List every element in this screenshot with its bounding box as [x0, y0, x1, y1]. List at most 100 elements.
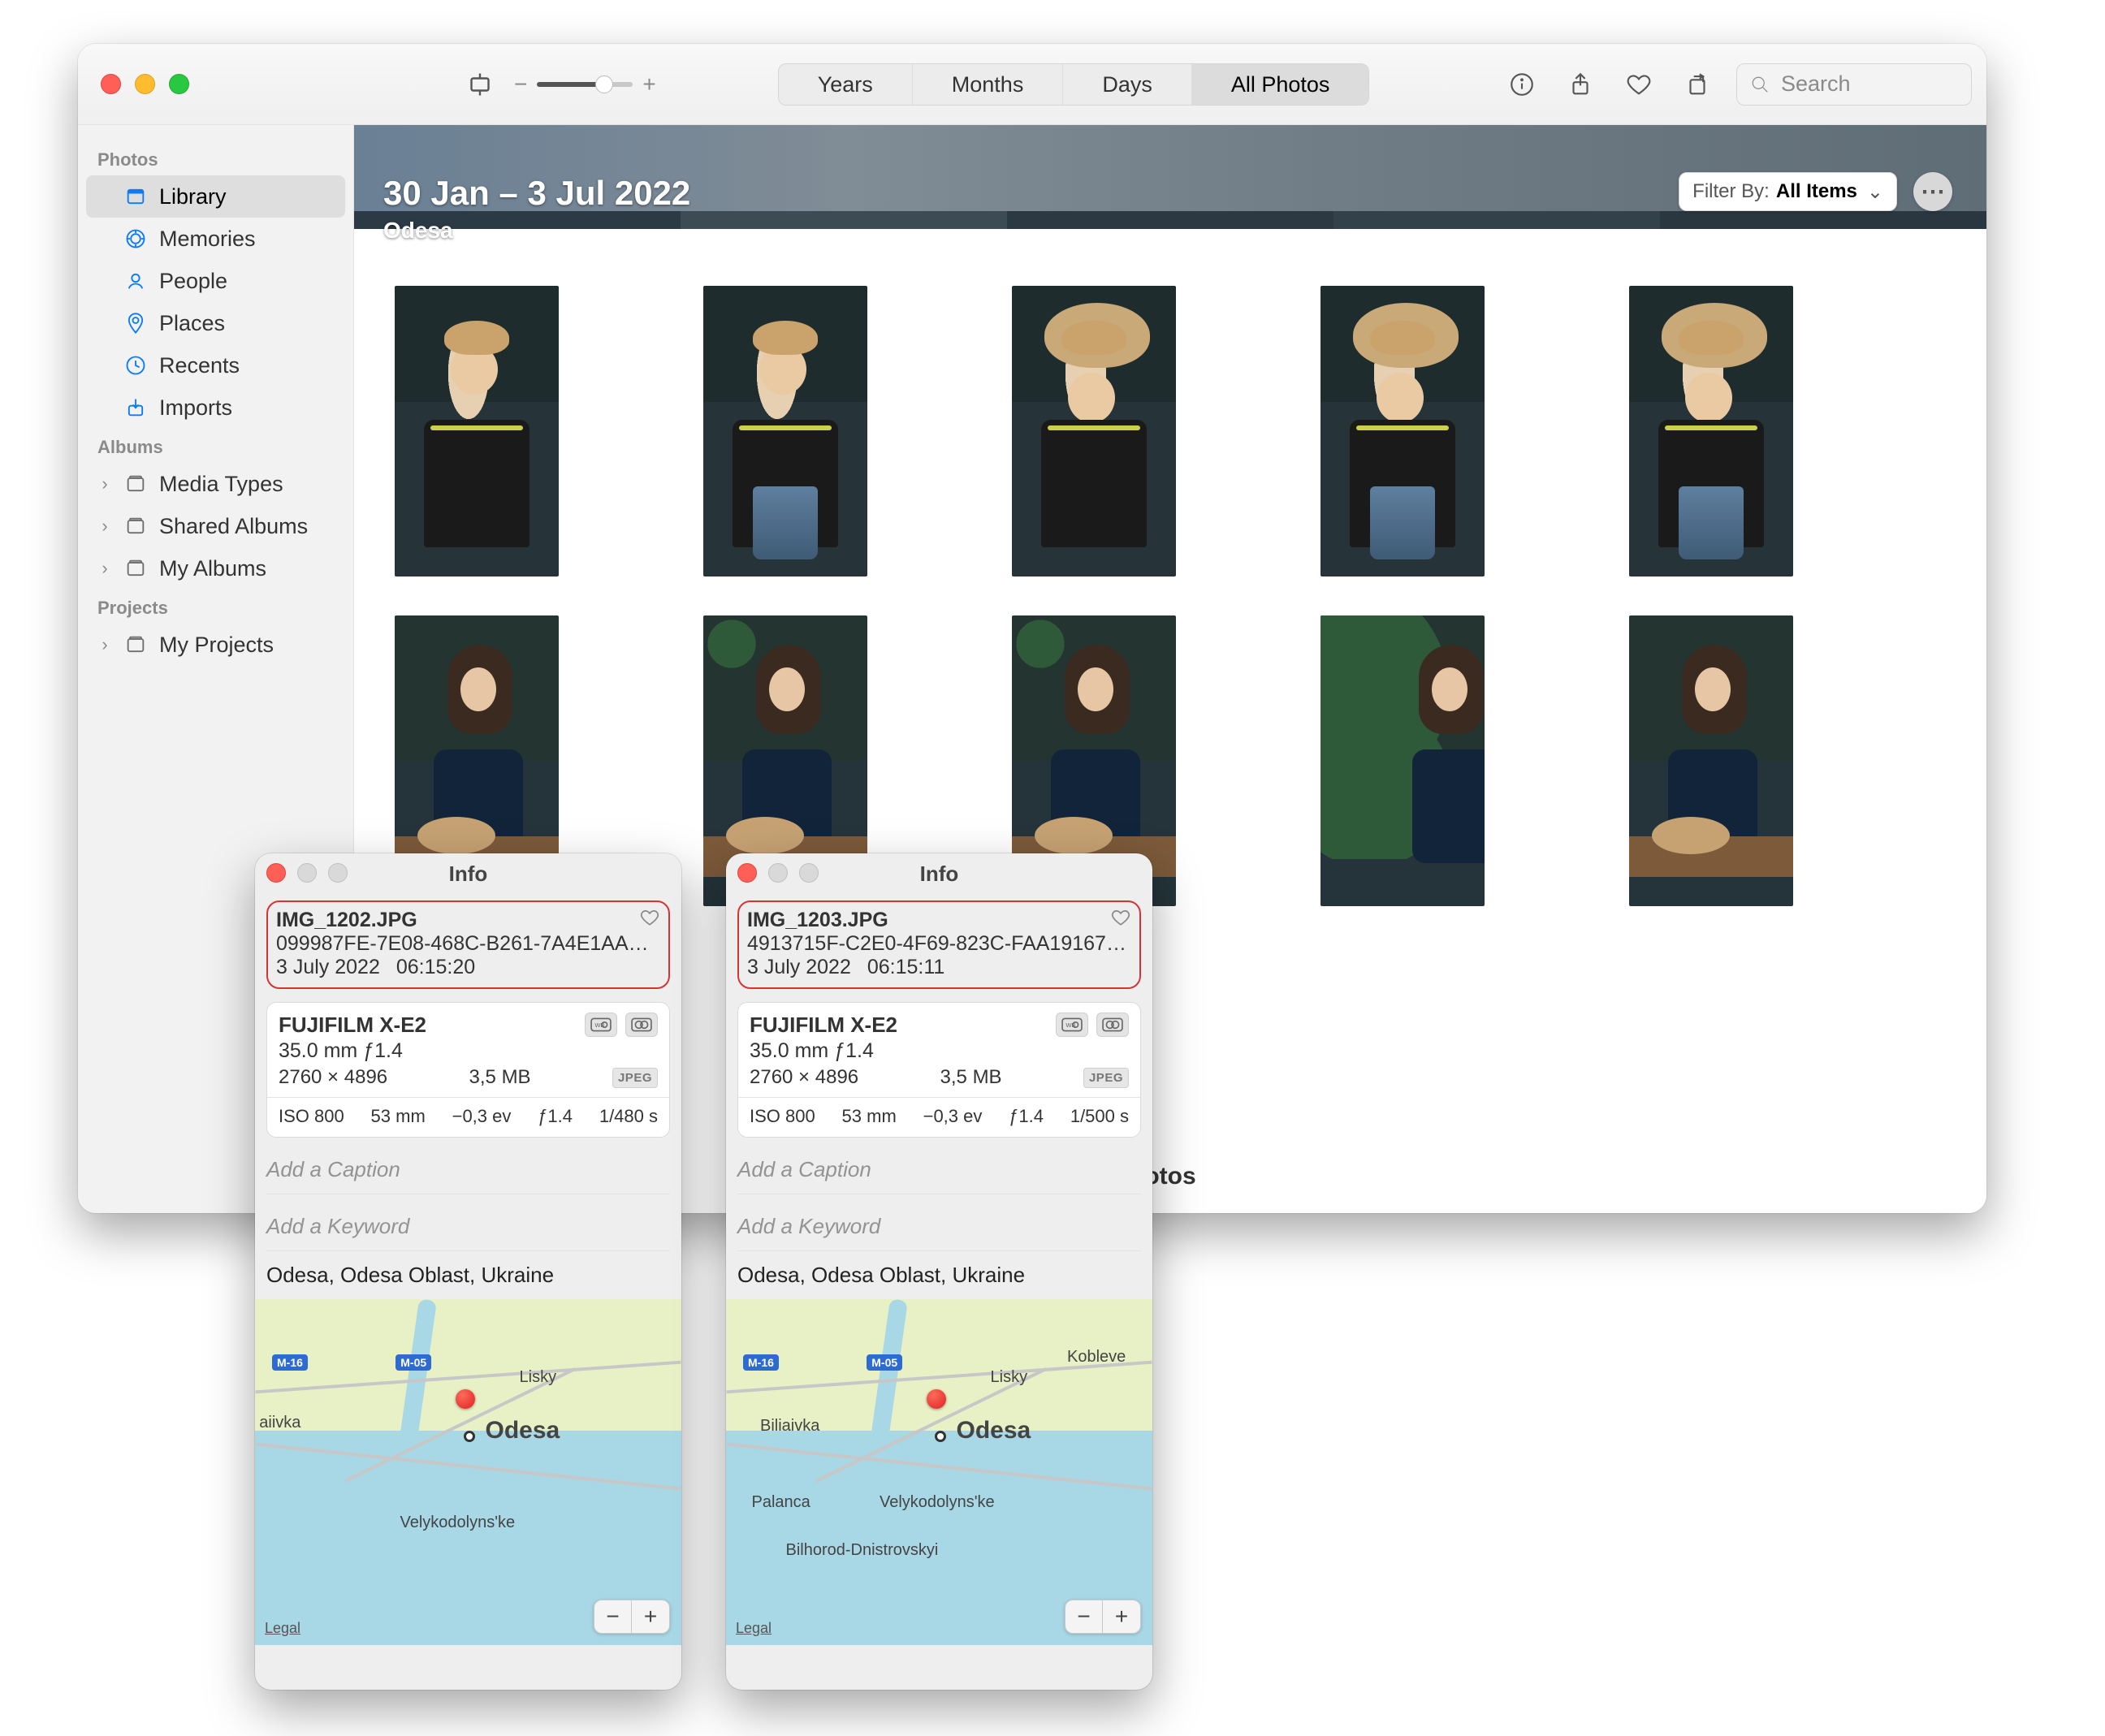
minimize-panel-button[interactable]: [297, 863, 317, 883]
sidebar-section-projects: Projects: [86, 589, 345, 624]
map-legal-link[interactable]: Legal: [265, 1620, 300, 1637]
minimize-window-button[interactable]: [135, 74, 155, 94]
map-zoom-control: − +: [1065, 1600, 1141, 1634]
chevron-down-icon: ⌄: [1867, 180, 1883, 204]
city-marker: [935, 1431, 946, 1442]
chevron-right-icon: ›: [97, 516, 112, 537]
map-place-label: Biliaivka: [760, 1417, 819, 1436]
sidebar-item-memories[interactable]: Memories: [86, 218, 345, 260]
sidebar-item-shared-albums[interactable]: › Shared Albums: [86, 505, 345, 547]
segment-months[interactable]: Months: [913, 64, 1064, 105]
photo-thumbnail[interactable]: [1320, 615, 1485, 906]
photo-thumbnail[interactable]: [703, 286, 867, 577]
segment-days[interactable]: Days: [1063, 64, 1192, 105]
zoom-in-icon: +: [642, 71, 655, 97]
zoom-panel-button[interactable]: [799, 863, 819, 883]
more-options-button[interactable]: ⋯: [1913, 172, 1952, 211]
svg-text:WB: WB: [594, 1021, 604, 1029]
filter-label: Filter By:: [1692, 180, 1770, 203]
thumbnail-size-slider[interactable]: − +: [514, 71, 656, 97]
map-place-label: Kobleve: [1067, 1348, 1126, 1367]
info-button[interactable]: [1507, 70, 1537, 99]
sidebar-item-my-projects[interactable]: › My Projects: [86, 624, 345, 666]
date-range-title: 30 Jan – 3 Jul 2022: [383, 174, 690, 213]
sidebar-item-places[interactable]: Places: [86, 302, 345, 344]
location-map[interactable]: M-16 M-05 Odesa Lisky Biliaivka Velykodo…: [726, 1299, 1152, 1645]
capture-date: 3 July 2022: [747, 956, 851, 979]
favorite-toggle[interactable]: [639, 907, 660, 934]
segment-years[interactable]: Years: [779, 64, 913, 105]
map-zoom-control: − +: [594, 1600, 670, 1634]
map-pin: [927, 1389, 946, 1409]
photo-thumbnail[interactable]: [1629, 286, 1793, 577]
svg-text:WB: WB: [1065, 1021, 1075, 1029]
map-place-label: Bilhorod-Dnistrovskyi: [786, 1541, 939, 1560]
lens-spec: 35.0 mm ƒ1.4: [279, 1039, 658, 1063]
sidebar-item-label: Places: [159, 311, 225, 336]
minimize-panel-button[interactable]: [768, 863, 788, 883]
close-panel-button[interactable]: [737, 863, 757, 883]
focal-length: 53 mm: [842, 1106, 897, 1127]
road-shield: M-05: [867, 1354, 902, 1371]
keyword-field[interactable]: Add a Keyword: [266, 1209, 670, 1251]
map-legal-link[interactable]: Legal: [736, 1620, 772, 1637]
capture-date: 3 July 2022: [276, 956, 380, 979]
map-city-label: Odesa: [957, 1417, 1031, 1445]
map-zoom-in[interactable]: +: [632, 1600, 669, 1633]
exposure-value: −0,3 ev: [452, 1106, 512, 1127]
zoom-window-button[interactable]: [169, 74, 189, 94]
image-dimensions: 2760 × 4896: [279, 1066, 387, 1089]
map-place-label: Velykodolyns'ke: [400, 1514, 516, 1532]
image-dimensions: 2760 × 4896: [750, 1066, 858, 1089]
file-size: 3,5 MB: [888, 1066, 1054, 1089]
filter-by-menu[interactable]: Filter By: All Items ⌄: [1679, 172, 1897, 211]
raw-badge: WB: [585, 1013, 617, 1037]
sidebar-item-label: Library: [159, 184, 227, 209]
sidebar-item-label: Media Types: [159, 472, 283, 497]
map-zoom-in[interactable]: +: [1103, 1600, 1140, 1633]
file-uuid: 4913715F-C2E0-4F69-823C-FAA1916745B…: [747, 932, 1131, 956]
search-field[interactable]: Search: [1736, 63, 1972, 106]
photo-thumbnail[interactable]: [395, 286, 559, 577]
photo-thumbnail[interactable]: [1320, 286, 1485, 577]
photo-thumbnail[interactable]: [1629, 615, 1793, 906]
share-button[interactable]: [1566, 70, 1595, 99]
sidebar-item-my-albums[interactable]: › My Albums: [86, 547, 345, 589]
map-zoom-out[interactable]: −: [1065, 1600, 1103, 1633]
search-icon: [1748, 73, 1771, 96]
favorite-button[interactable]: [1624, 70, 1653, 99]
file-uuid: 099987FE-7E08-468C-B261-7A4E1AAEFA…: [276, 932, 660, 956]
aspect-ratio-button[interactable]: [464, 68, 496, 101]
location-field[interactable]: Odesa, Odesa Oblast, Ukraine: [737, 1251, 1141, 1299]
sidebar-item-media-types[interactable]: › Media Types: [86, 463, 345, 505]
location-field[interactable]: Odesa, Odesa Oblast, Ukraine: [266, 1251, 670, 1299]
favorite-toggle[interactable]: [1110, 907, 1131, 934]
sidebar-item-recents[interactable]: Recents: [86, 344, 345, 386]
sidebar-item-library[interactable]: Library: [86, 175, 345, 218]
shutter-speed: 1/500 s: [1070, 1106, 1129, 1127]
file-size: 3,5 MB: [417, 1066, 583, 1089]
chevron-right-icon: ›: [97, 473, 112, 494]
map-zoom-out[interactable]: −: [594, 1600, 632, 1633]
sidebar-item-imports[interactable]: Imports: [86, 386, 345, 429]
close-window-button[interactable]: [101, 74, 121, 94]
keyword-field[interactable]: Add a Keyword: [737, 1209, 1141, 1251]
sidebar-item-label: People: [159, 269, 227, 294]
caption-field[interactable]: Add a Caption: [266, 1152, 670, 1194]
caption-field[interactable]: Add a Caption: [737, 1152, 1141, 1194]
sidebar-item-people[interactable]: People: [86, 260, 345, 302]
toolbar-actions: [1507, 70, 1712, 99]
view-segmented-control: Years Months Days All Photos: [778, 63, 1370, 106]
rotate-button[interactable]: [1683, 70, 1712, 99]
road-shield: M-16: [272, 1354, 308, 1371]
close-panel-button[interactable]: [266, 863, 286, 883]
file-type-badge: JPEG: [612, 1068, 658, 1088]
camera-card: FUJIFILM X-E2 35.0 mm ƒ1.4 WB 2760 × 489…: [266, 1002, 670, 1138]
location-map[interactable]: M-16 M-05 Odesa Lisky aiivka Velykodolyn…: [255, 1299, 681, 1645]
lens-spec: 35.0 mm ƒ1.4: [750, 1039, 1129, 1063]
sidebar-item-label: Recents: [159, 353, 240, 378]
map-pin: [456, 1389, 475, 1409]
zoom-panel-button[interactable]: [328, 863, 348, 883]
photo-thumbnail[interactable]: [1012, 286, 1176, 577]
segment-all-photos[interactable]: All Photos: [1192, 64, 1369, 105]
